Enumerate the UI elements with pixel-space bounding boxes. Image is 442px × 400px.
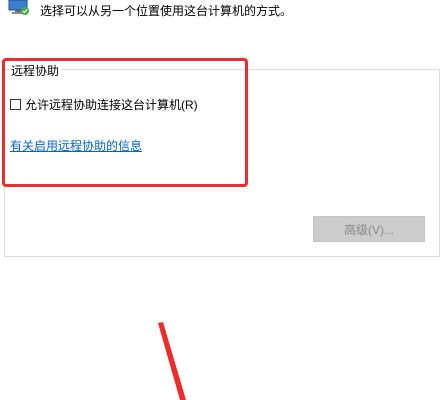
- red-arrow: [158, 322, 186, 400]
